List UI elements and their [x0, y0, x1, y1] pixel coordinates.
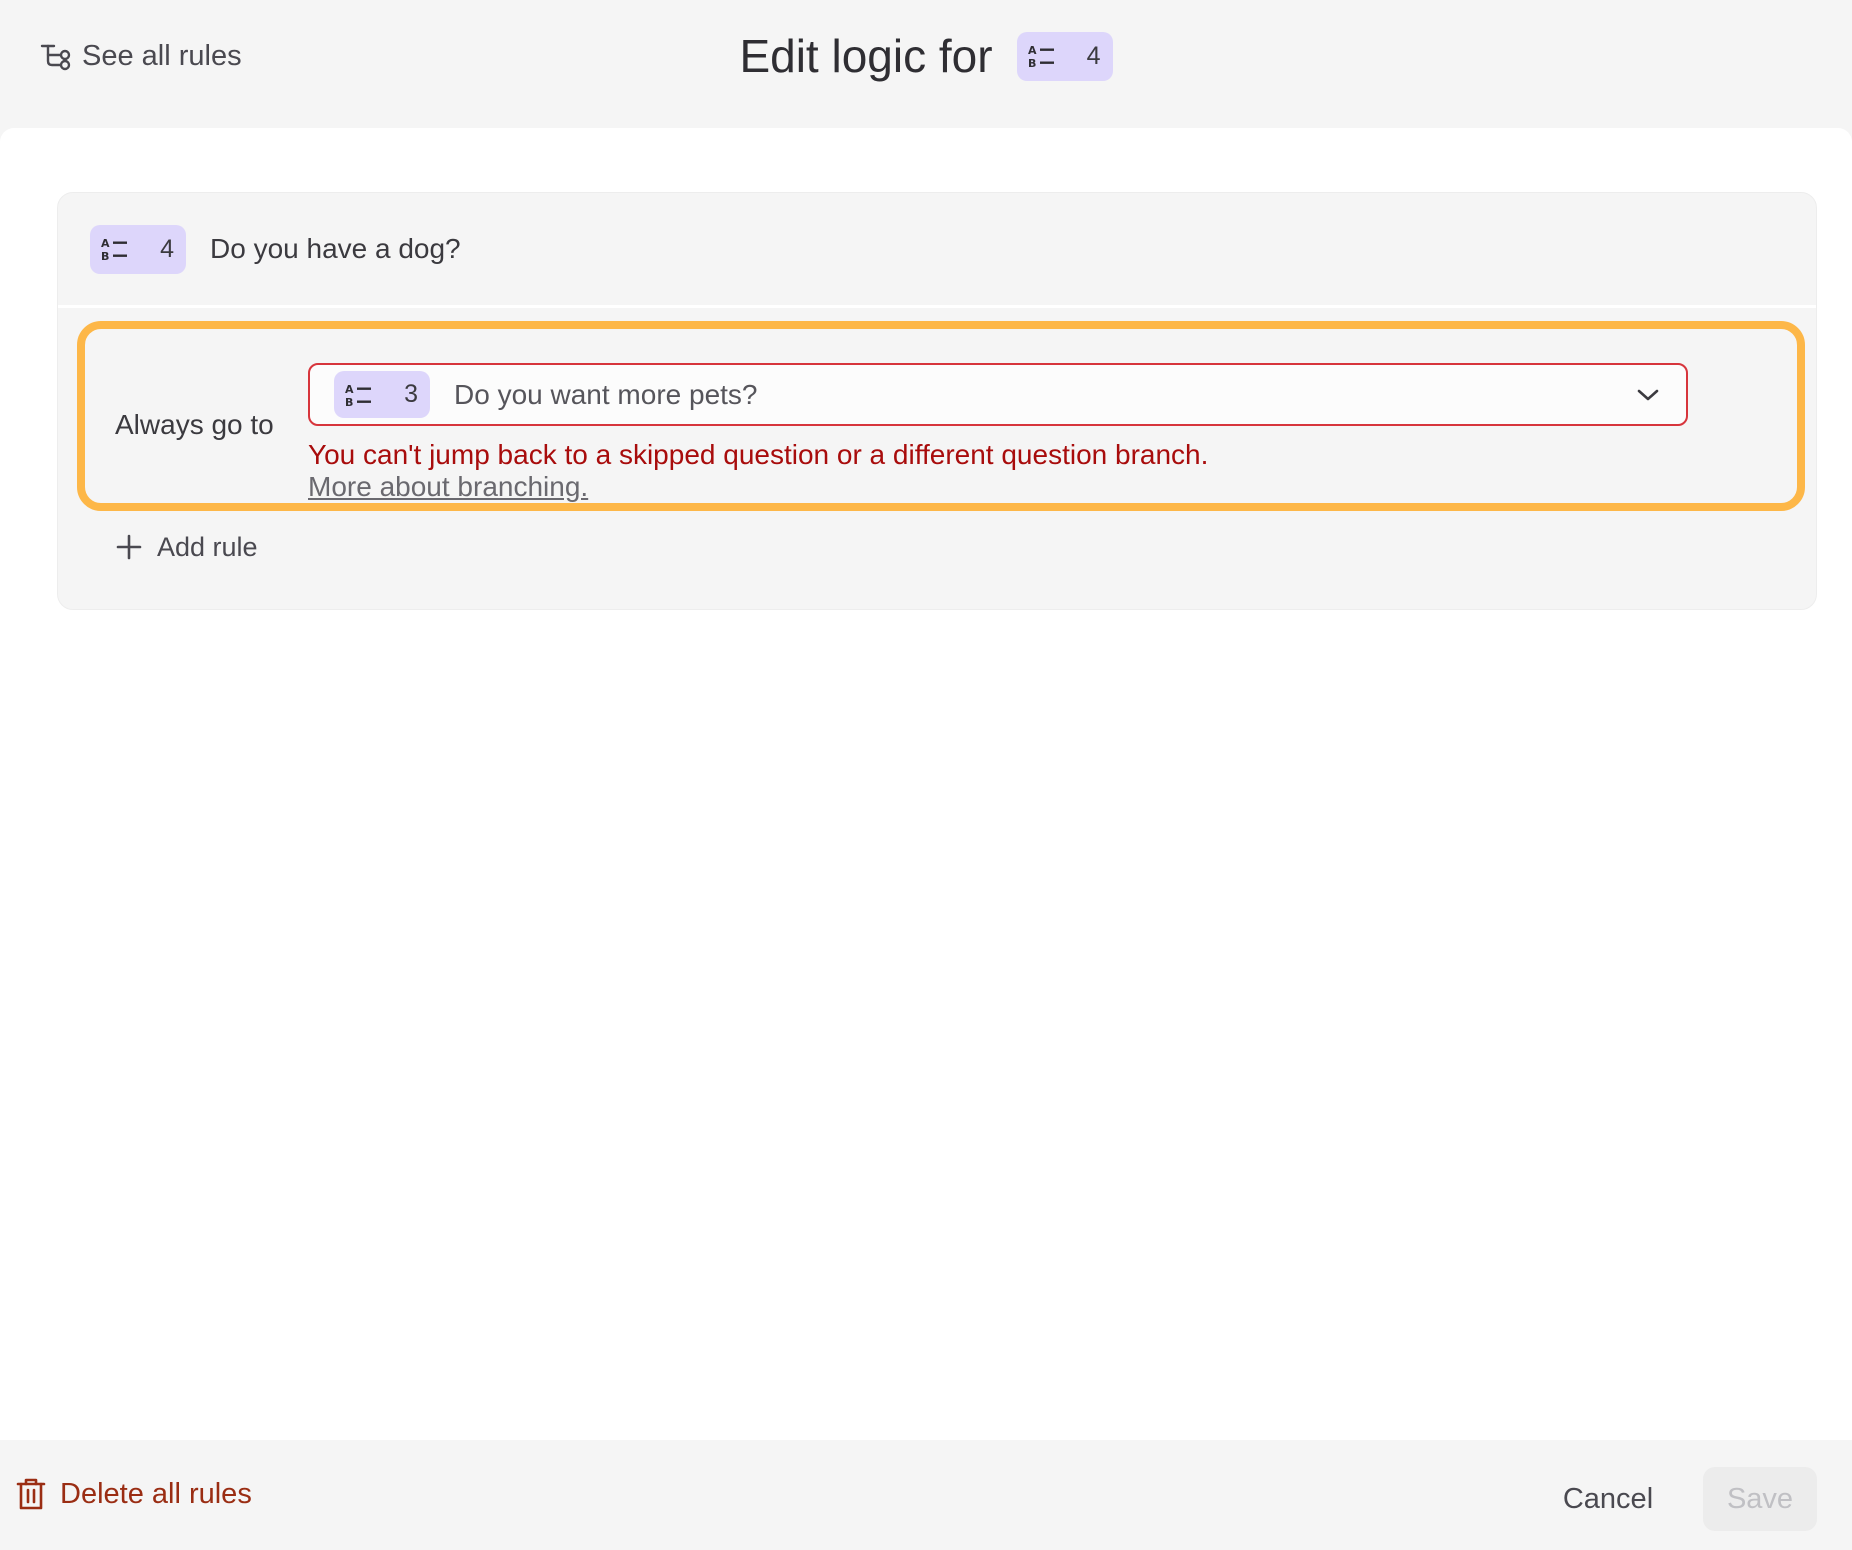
- svg-text:A: A: [345, 383, 354, 396]
- destination-badge-number: 3: [404, 380, 418, 408]
- chevron-down-icon: [1637, 389, 1659, 400]
- cancel-button[interactable]: Cancel: [1540, 1467, 1676, 1531]
- question-badge-number: 4: [160, 234, 174, 263]
- question-logic-card: A B 4 Do you have a dog? Always go to A …: [57, 192, 1817, 610]
- trash-icon: [16, 1478, 46, 1510]
- plus-icon: [116, 534, 142, 560]
- rule-row-highlighted: Always go to A B 3 Do you want more pets…: [77, 321, 1805, 511]
- rule-label: Always go to: [115, 409, 274, 440]
- question-badge-number: 4: [1086, 41, 1101, 70]
- save-button[interactable]: Save: [1703, 1467, 1817, 1531]
- svg-text:A: A: [101, 237, 110, 250]
- svg-text:B: B: [1028, 57, 1036, 70]
- question-badge: A B 4: [1016, 31, 1113, 81]
- main-panel: A B 4 Do you have a dog? Always go to A …: [0, 128, 1852, 1440]
- question-header: A B 4 Do you have a dog?: [58, 193, 1816, 308]
- delete-all-rules-label: Delete all rules: [60, 1477, 252, 1510]
- svg-text:A: A: [1028, 44, 1037, 57]
- destination-question-value: Do you want more pets?: [454, 378, 758, 410]
- svg-text:B: B: [101, 250, 109, 263]
- destination-question-select[interactable]: A B 3 Do you want more pets?: [308, 363, 1688, 426]
- header: See all rules Edit logic for A B 4: [0, 0, 1852, 128]
- ab-list-icon: A B: [1028, 44, 1054, 70]
- destination-question-badge: A B 3: [334, 371, 430, 418]
- page-title-group: Edit logic for A B 4: [0, 26, 1852, 86]
- delete-all-rules-button[interactable]: Delete all rules: [16, 1468, 252, 1520]
- add-rule-button[interactable]: Add rule: [115, 527, 258, 567]
- ab-list-icon: A B: [345, 383, 371, 409]
- add-rule-label: Add rule: [157, 531, 258, 562]
- question-badge: A B 4: [90, 224, 186, 274]
- footer: Delete all rules Cancel Save: [0, 1440, 1852, 1550]
- more-about-branching-link[interactable]: More about branching.: [308, 471, 588, 503]
- page-title: Edit logic for: [739, 30, 993, 82]
- validation-error-message: You can't jump back to a skipped questio…: [308, 439, 1209, 470]
- ab-list-icon: A B: [101, 237, 127, 263]
- svg-text:B: B: [345, 396, 353, 409]
- question-text: Do you have a dog?: [210, 233, 461, 264]
